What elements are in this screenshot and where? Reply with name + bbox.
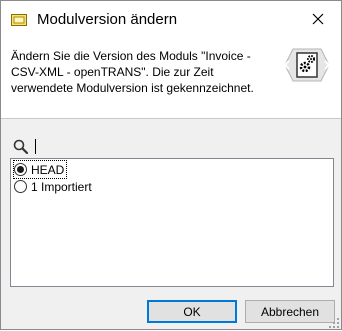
resize-grip-icon[interactable] bbox=[329, 317, 339, 328]
search-row bbox=[13, 139, 329, 155]
version-label: HEAD bbox=[31, 162, 65, 177]
window-icon bbox=[11, 12, 27, 28]
radio-button-checked[interactable] bbox=[14, 163, 27, 176]
ok-button[interactable]: OK bbox=[147, 300, 237, 323]
version-option-imported[interactable]: 1 Importiert bbox=[14, 178, 92, 195]
version-label: 1 Importiert bbox=[31, 179, 92, 194]
text-caret bbox=[35, 139, 36, 154]
title-bar[interactable]: Modulversion ändern bbox=[1, 1, 341, 39]
window-title: Modulversion ändern bbox=[37, 11, 178, 28]
search-icon bbox=[13, 139, 29, 155]
search-input[interactable] bbox=[31, 139, 324, 155]
version-option-head[interactable]: HEAD bbox=[12, 160, 68, 179]
header-panel: Ändern Sie die Version des Moduls "Invoi… bbox=[1, 39, 341, 119]
module-gear-icon bbox=[279, 45, 335, 85]
close-button[interactable] bbox=[295, 1, 341, 39]
close-icon bbox=[312, 13, 324, 28]
version-list[interactable]: HEAD 1 Importiert bbox=[10, 158, 334, 287]
radio-button[interactable] bbox=[14, 180, 27, 193]
dialog-window: Modulversion ändern Ändern Sie die Versi… bbox=[0, 0, 342, 330]
description-text: Ändern Sie die Version des Moduls "Invoi… bbox=[11, 49, 254, 95]
cancel-button[interactable]: Abbrechen bbox=[245, 300, 335, 323]
